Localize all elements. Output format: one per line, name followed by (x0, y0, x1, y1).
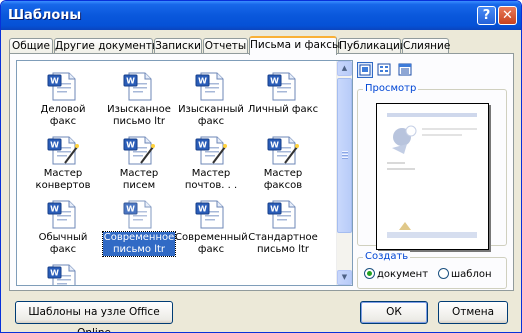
template-label: Изысканный факс (178, 104, 244, 127)
template-item[interactable]: W Мастер факсов (247, 133, 319, 192)
template-list[interactable]: ▲ ▼ W Деловой факс W Изысканное письмо ltr W… (16, 60, 353, 286)
template-item[interactable]: W Стандартное письмо ltr (247, 197, 319, 256)
svg-text:W: W (198, 205, 207, 214)
tab-general[interactable]: Общие (9, 38, 53, 53)
close-button[interactable]: ✕ (498, 6, 517, 25)
create-document-label: документ (377, 269, 429, 280)
word-template-icon: W (267, 197, 299, 230)
create-document-radio[interactable]: документ (364, 268, 428, 281)
word-wizard-icon: W (123, 133, 155, 166)
template-label: Мастер почтов. . . (184, 168, 238, 191)
preview-group-label: Просмотр (363, 83, 419, 94)
template-label: Современное письмо ltr (102, 231, 176, 257)
details-view-icon[interactable] (397, 62, 413, 78)
svg-text:W: W (50, 141, 59, 150)
template-label: Мастер писем (119, 168, 159, 191)
svg-text:W: W (270, 205, 279, 214)
large-icons-view-icon[interactable] (357, 62, 373, 78)
template-item[interactable]: W Личный факс (247, 69, 319, 116)
help-button[interactable]: ? (477, 6, 496, 25)
svg-text:W: W (50, 269, 59, 278)
template-label: Мастер конвертов (35, 168, 91, 191)
tab-mail-merge[interactable]: Слияние (402, 38, 450, 53)
word-wizard-icon: W (267, 133, 299, 166)
scroll-down-button[interactable]: ▼ (337, 270, 352, 285)
template-item[interactable]: W Современное письмо ltr (102, 197, 176, 257)
list-view-icon[interactable] (376, 62, 392, 78)
word-template-icon: W (47, 261, 79, 285)
template-item[interactable]: W Обычный факс (27, 197, 99, 256)
template-label: Изысканное письмо ltr (107, 104, 171, 127)
scroll-up-button[interactable]: ▲ (337, 61, 352, 76)
tab-letters-faxes[interactable]: Письма и факсы (249, 36, 340, 55)
tab-panel: ▲ ▼ W Деловой факс W Изысканное письмо ltr W… (9, 53, 514, 291)
create-group-label: Создать (363, 251, 411, 262)
template-label: Личный факс (247, 104, 319, 115)
tab-reports[interactable]: Отчеты (203, 38, 248, 53)
svg-text:W: W (270, 141, 279, 150)
preview-thumbnail (376, 103, 489, 250)
template-label: Обычный факс (38, 232, 88, 255)
templates-dialog: Шаблоны ? ✕ Общие Другие документы Запис… (0, 0, 522, 333)
word-wizard-icon: W (47, 133, 79, 166)
tab-publications[interactable]: Публикации (338, 38, 407, 53)
tab-memos[interactable]: Записки (154, 38, 202, 53)
radio-checked-icon (364, 268, 375, 279)
word-template-icon: W (47, 197, 79, 230)
vertical-scrollbar[interactable]: ▲ ▼ (336, 61, 352, 285)
template-label: Стандартное письмо ltr (248, 232, 318, 255)
word-template-icon: W (195, 197, 227, 230)
word-template-icon: W (47, 69, 79, 102)
word-template-icon: W (267, 69, 299, 102)
create-template-label: шаблон (451, 269, 492, 280)
create-group: Создать документ шаблон (357, 251, 507, 289)
template-item[interactable]: W Мастер писем (103, 133, 175, 192)
title-bar[interactable]: Шаблоны ? ✕ (1, 1, 521, 30)
tab-other-documents[interactable]: Другие документы (54, 38, 160, 53)
svg-text:W: W (126, 141, 135, 150)
scroll-thumb[interactable] (337, 78, 352, 233)
office-online-templates-button[interactable]: Шаблоны на узле Office Online (15, 301, 173, 332)
word-template-icon: W (123, 197, 155, 230)
ok-button[interactable]: ОК (360, 301, 428, 324)
cancel-button[interactable]: Отмена (438, 301, 508, 324)
svg-text:W: W (198, 141, 207, 150)
word-template-icon: W (123, 69, 155, 102)
svg-text:W: W (126, 205, 135, 214)
svg-text:W: W (270, 77, 279, 86)
template-item[interactable]: W Современный факс (175, 197, 248, 256)
template-item[interactable]: W (27, 261, 99, 285)
template-item[interactable]: W Изысканное письмо ltr (103, 69, 175, 128)
template-item[interactable]: W Изысканный факс (175, 69, 247, 128)
template-item[interactable]: W Мастер конвертов (27, 133, 99, 192)
svg-text:W: W (198, 77, 207, 86)
window-title: Шаблоны (8, 8, 82, 23)
preview-group: Просмотр (357, 83, 507, 250)
template-label: Мастер факсов (263, 168, 303, 191)
radio-unchecked-icon (438, 268, 449, 279)
template-item[interactable]: W Мастер почтов. . . (175, 133, 247, 192)
template-label: Деловой факс (40, 104, 86, 127)
word-template-icon: W (195, 69, 227, 102)
word-wizard-icon: W (195, 133, 227, 166)
svg-text:W: W (50, 205, 59, 214)
svg-text:W: W (50, 77, 59, 86)
template-label: Современный факс (175, 232, 248, 255)
svg-text:W: W (126, 77, 135, 86)
template-item[interactable]: W Деловой факс (27, 69, 99, 128)
create-template-radio[interactable]: шаблон (438, 268, 492, 281)
